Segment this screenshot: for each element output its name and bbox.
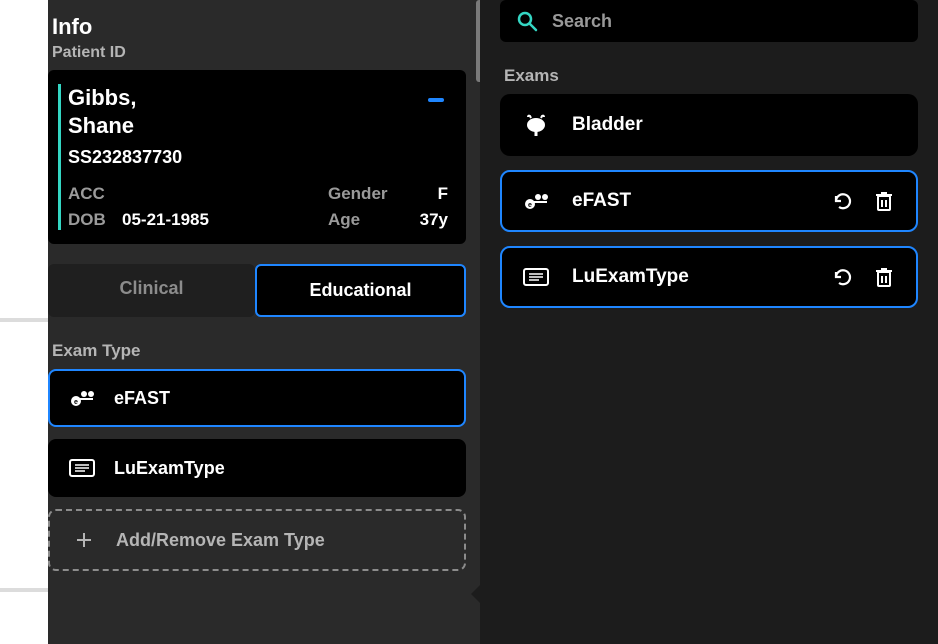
plus-icon [70, 529, 98, 551]
exams-header: Exams [504, 66, 918, 86]
form-icon [522, 266, 550, 288]
svg-text:e: e [74, 399, 78, 406]
exam-type-efast[interactable]: e eFAST [48, 369, 466, 427]
trash-icon[interactable] [874, 190, 894, 212]
age-label: Age [328, 210, 408, 230]
search-icon [516, 10, 538, 32]
gender-value: F [408, 184, 448, 204]
patient-card[interactable]: Gibbs, Shane SS232837730 ACC Gender F DO… [48, 70, 466, 244]
info-panel: Info Patient ID Gibbs, Shane SS232837730… [48, 0, 480, 644]
exam-type-label: LuExamType [114, 458, 225, 479]
exams-panel: Search Exams Bladder e eFAST [480, 0, 938, 644]
efast-icon: e [522, 190, 550, 212]
svg-text:e: e [528, 202, 532, 209]
exam-row-label: Bladder [572, 114, 643, 136]
search-input[interactable]: Search [500, 0, 918, 42]
efast-icon: e [68, 387, 96, 409]
exam-type-luexam[interactable]: LuExamType [48, 439, 466, 497]
patient-name-line1: Gibbs, [68, 84, 448, 112]
exam-row-luexam[interactable]: LuExamType [500, 246, 918, 308]
clinical-toggle[interactable]: Clinical [48, 264, 255, 317]
undo-icon[interactable] [832, 190, 854, 212]
educational-toggle[interactable]: Educational [255, 264, 466, 317]
patient-name-line2: Shane [68, 112, 448, 140]
age-value: 37y [408, 210, 448, 230]
bladder-icon [522, 114, 550, 136]
collapse-icon[interactable] [428, 98, 444, 102]
search-placeholder: Search [552, 11, 612, 32]
dob-label: DOB [68, 210, 122, 230]
patient-id-label: Patient ID [52, 44, 466, 62]
exam-row-efast[interactable]: e eFAST [500, 170, 918, 232]
form-icon [68, 457, 96, 479]
dob-value: 05-21-1985 [122, 210, 328, 230]
exam-row-label: LuExamType [572, 266, 689, 288]
add-remove-exam-type[interactable]: Add/Remove Exam Type [48, 509, 466, 571]
exam-row-label: eFAST [572, 190, 631, 212]
patient-id-value: SS232837730 [68, 147, 448, 168]
undo-icon[interactable] [832, 266, 854, 288]
exam-type-label: eFAST [114, 388, 170, 409]
acc-label: ACC [68, 184, 122, 204]
exam-type-header: Exam Type [52, 341, 466, 361]
exam-row-bladder[interactable]: Bladder [500, 94, 918, 156]
gender-label: Gender [328, 184, 408, 204]
trash-icon[interactable] [874, 266, 894, 288]
mode-toggle: Clinical Educational [48, 264, 466, 317]
document-margin [0, 0, 48, 644]
add-remove-label: Add/Remove Exam Type [116, 530, 325, 551]
info-title: Info [52, 14, 466, 40]
